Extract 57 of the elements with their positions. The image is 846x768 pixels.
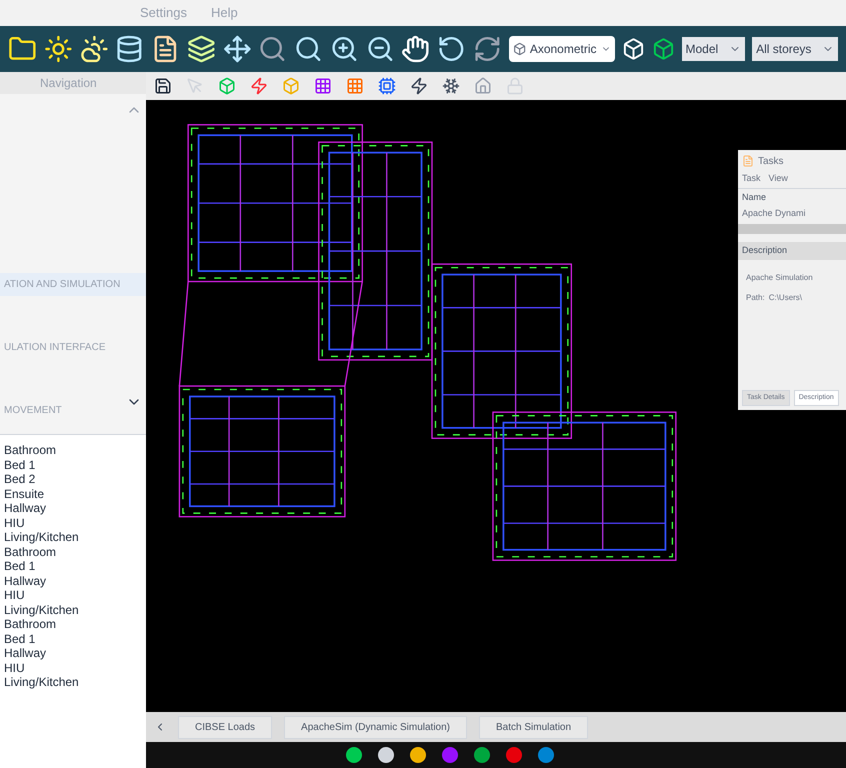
name-header: Name xyxy=(738,188,846,206)
room-item[interactable]: Bathroom xyxy=(0,443,146,458)
menu-item[interactable]: View xyxy=(768,172,788,188)
room-item[interactable]: Hallway xyxy=(0,646,146,660)
room-item[interactable]: Hallway xyxy=(0,574,146,588)
room-item[interactable]: Living/Kitchen xyxy=(0,530,146,544)
taskbar-app-icon[interactable] xyxy=(378,747,394,763)
move-icon[interactable] xyxy=(222,34,252,64)
model-dropdown[interactable]: Model xyxy=(682,37,746,61)
snowflake-icon[interactable] xyxy=(442,77,460,95)
refresh-icon[interactable] xyxy=(472,34,502,64)
room-item[interactable]: Bed 1 xyxy=(0,458,146,472)
simulation-button[interactable]: ApacheSim (Dynamic Simulation) xyxy=(284,716,467,738)
layers-icon[interactable] xyxy=(186,34,216,64)
window-title: Tasks xyxy=(758,154,784,168)
view-mode-value: Axonometric xyxy=(530,41,597,58)
room-item[interactable]: Bed 1 xyxy=(0,559,146,574)
search-icon[interactable] xyxy=(294,34,323,64)
simulation-button[interactable]: Batch Simulation xyxy=(479,716,588,738)
description-text: Apache Simulation xyxy=(745,272,814,284)
room-item[interactable]: Bathroom xyxy=(0,617,146,632)
taskbar-app-icon[interactable] xyxy=(410,747,426,763)
room-item[interactable]: Hallway xyxy=(0,501,146,516)
room-item[interactable]: Ensuite xyxy=(0,486,146,501)
cube-icon xyxy=(512,41,526,57)
rotate-icon[interactable] xyxy=(437,34,466,64)
room-item[interactable]: Bed 2 xyxy=(0,472,146,486)
save-icon[interactable] xyxy=(154,77,172,95)
room-item[interactable]: Bathroom xyxy=(0,544,146,559)
database-icon[interactable] xyxy=(115,34,144,64)
menu-item[interactable]: Task xyxy=(742,172,761,188)
zoom-out-icon[interactable] xyxy=(366,34,394,64)
cube-icon[interactable] xyxy=(652,37,674,61)
taskbar-app-icon[interactable] xyxy=(474,747,490,763)
search-icon[interactable] xyxy=(258,34,287,64)
cloud-sun-icon[interactable] xyxy=(80,34,108,64)
taskbar-app-icon[interactable] xyxy=(346,747,362,763)
room-item[interactable]: Living/Kitchen xyxy=(0,602,146,617)
document-icon xyxy=(742,155,754,167)
room-item[interactable]: Living/Kitchen xyxy=(0,675,146,690)
simulation-button[interactable]: CIBSE Loads xyxy=(178,716,272,738)
hand-icon[interactable] xyxy=(401,34,430,64)
chip-icon[interactable] xyxy=(378,77,396,95)
grid-icon[interactable] xyxy=(314,77,332,95)
lightning-icon[interactable] xyxy=(410,77,428,95)
sun-icon[interactable] xyxy=(44,34,72,64)
description-header: Description xyxy=(738,242,846,260)
room-item[interactable]: HIU xyxy=(0,588,146,602)
path-label: Path: xyxy=(746,292,765,304)
tree-item[interactable]: Apache Dynami xyxy=(738,206,846,220)
path-value: C:\Users\ xyxy=(768,292,802,304)
storeys-dropdown[interactable]: All storeys xyxy=(752,37,838,61)
room-item[interactable]: Bed 1 xyxy=(0,632,146,646)
view-mode-dropdown[interactable]: Axonometric xyxy=(508,36,614,62)
room-item[interactable]: HIU xyxy=(0,660,146,675)
room-item[interactable]: HIU xyxy=(0,516,146,530)
zoom-in-icon[interactable] xyxy=(330,34,358,64)
